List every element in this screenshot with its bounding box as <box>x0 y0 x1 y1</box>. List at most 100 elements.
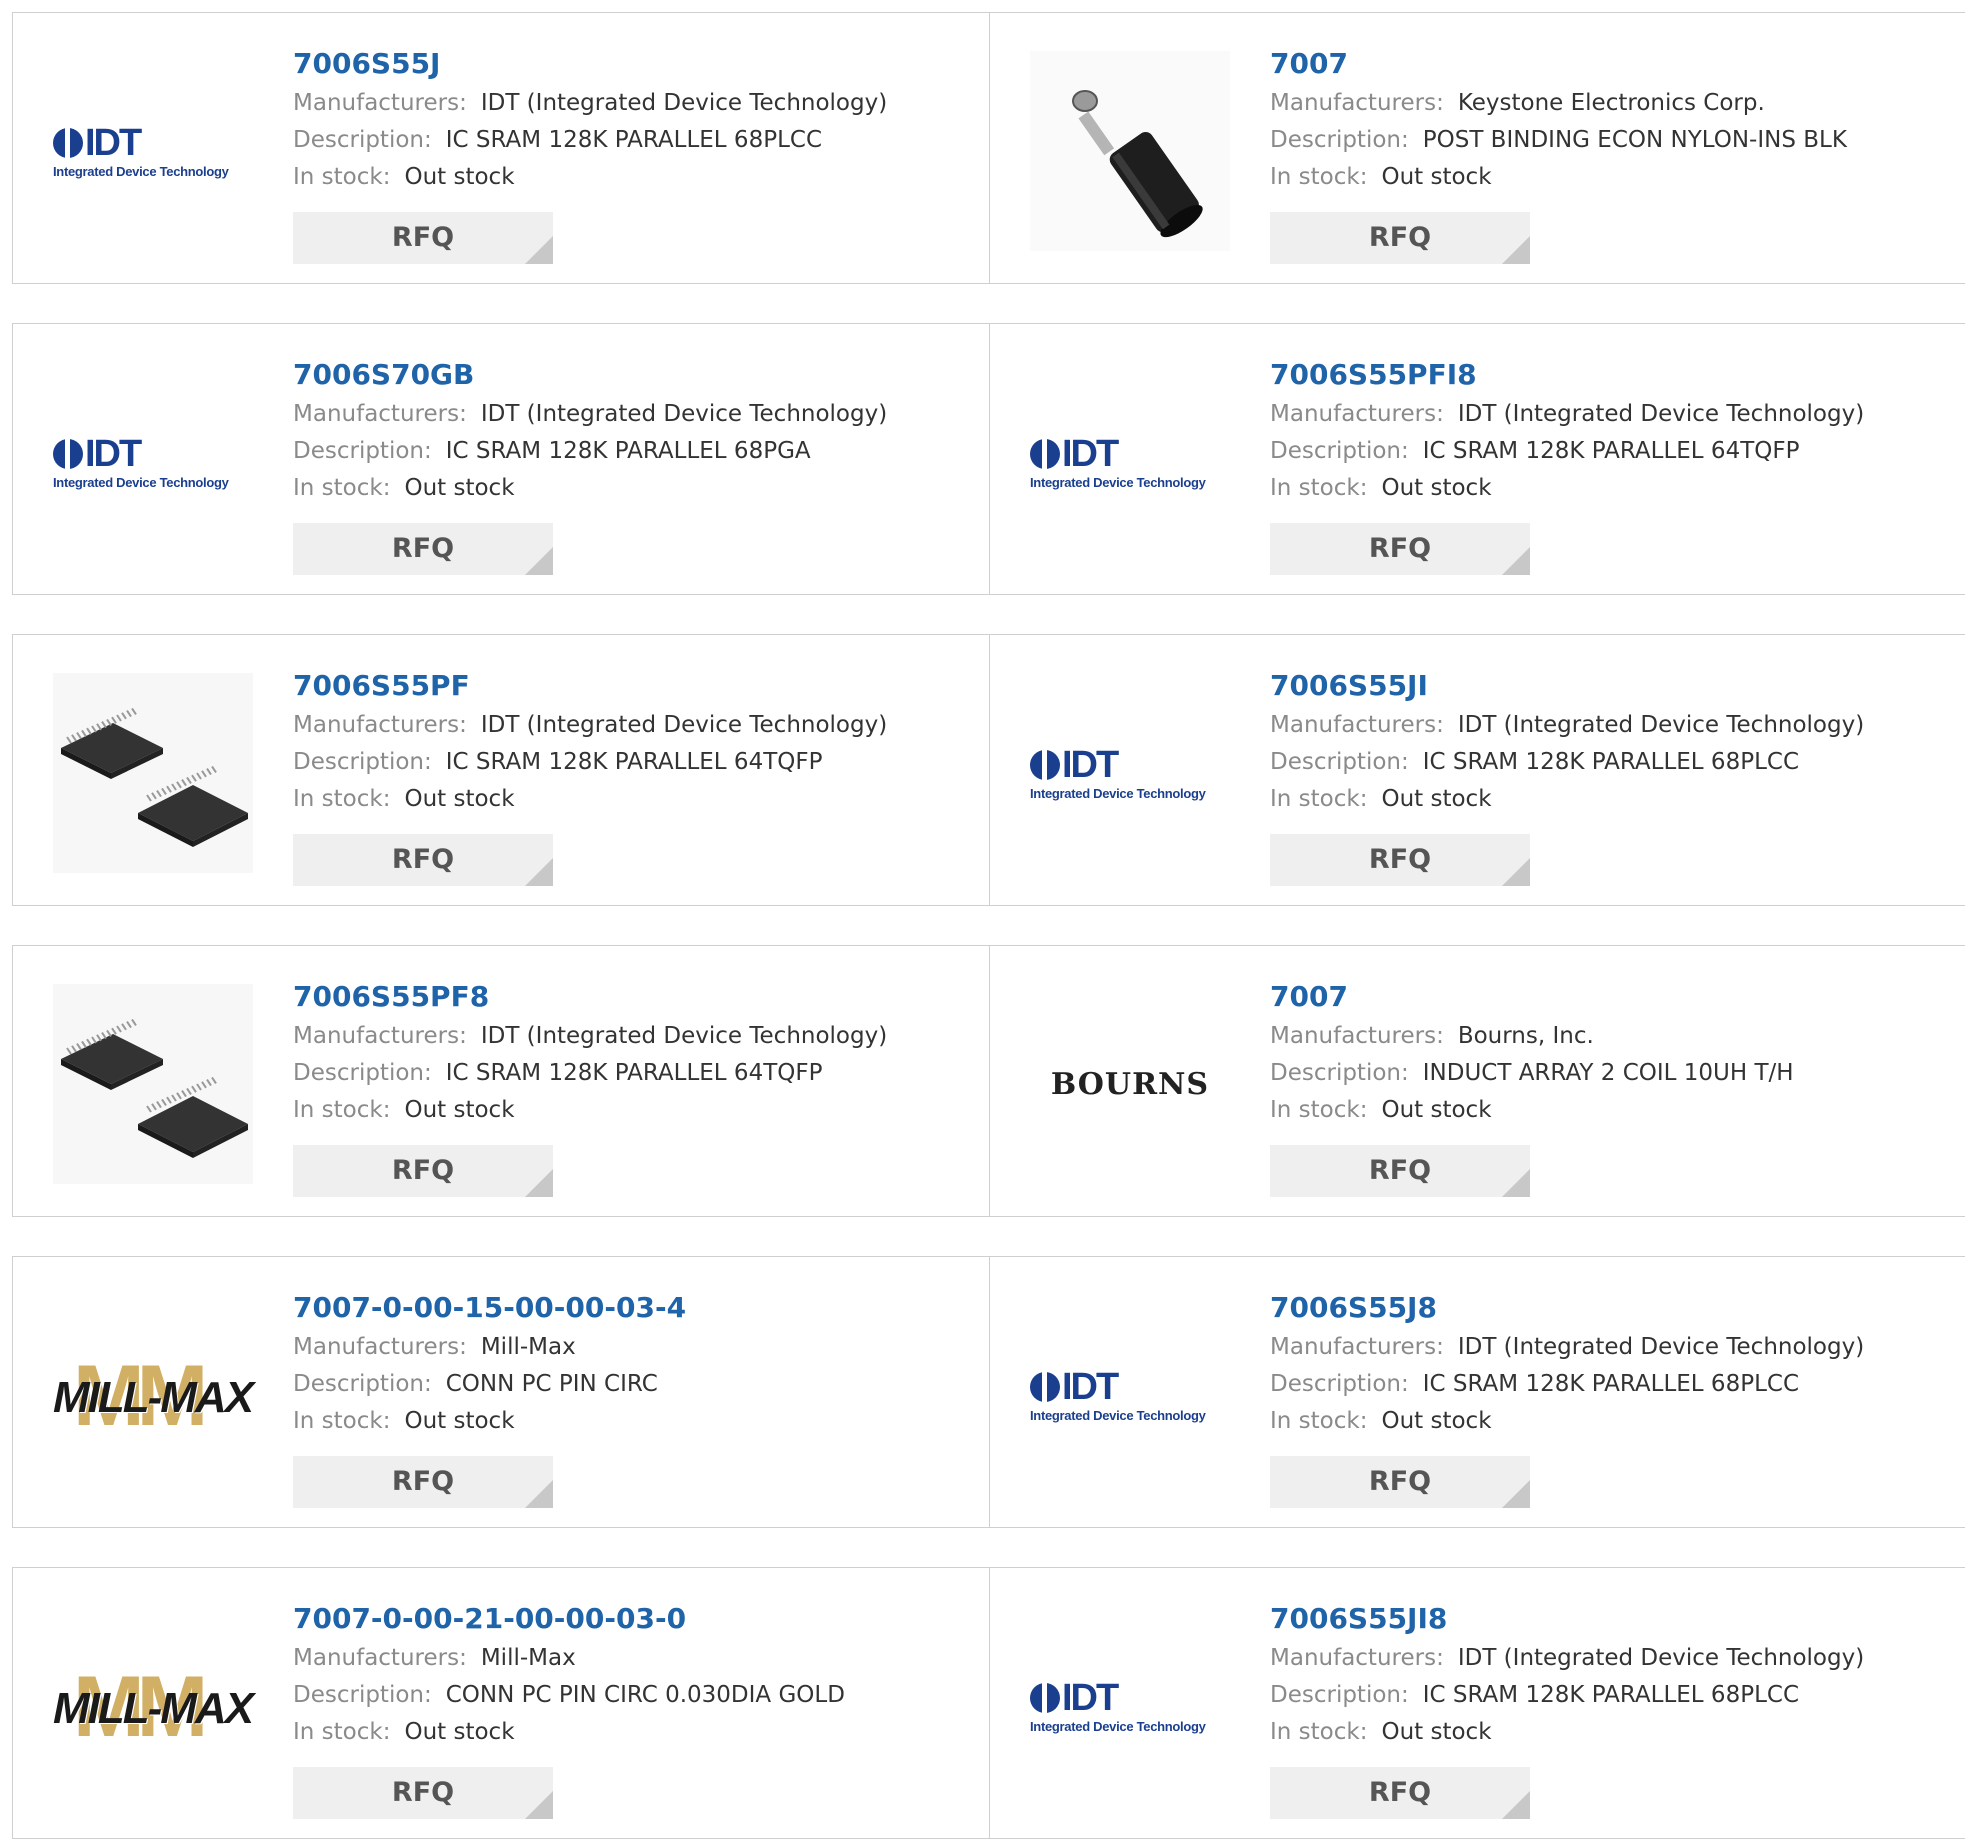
idt-logo-mark-row: IDT <box>1030 432 1119 475</box>
idt-logo-text: IDT <box>1062 1365 1119 1408</box>
rfq-button-label: RFQ <box>391 222 455 253</box>
stock-label: In stock: <box>1270 1097 1368 1123</box>
rfq-button[interactable]: RFQ <box>1270 834 1530 886</box>
product-thumbnail[interactable] <box>53 984 253 1184</box>
part-number-link[interactable]: 7006S55JI <box>1270 665 1864 707</box>
part-number-link[interactable]: 7006S55J <box>293 43 887 85</box>
product-thumbnail[interactable]: IDT Integrated Device Technology <box>53 51 253 251</box>
rfq-button[interactable]: RFQ <box>1270 523 1530 575</box>
part-number-link[interactable]: 7006S55PF <box>293 665 887 707</box>
product-thumbnail[interactable]: BOURNS <box>1030 984 1230 1184</box>
product-thumbnail[interactable] <box>53 673 253 873</box>
product-thumbnail[interactable]: IDT Integrated Device Technology <box>1030 1295 1230 1495</box>
product-info: 7007-0-00-21-00-00-03-0 Manufacturers: Mil… <box>293 1598 845 1819</box>
product-card: IDT Integrated Device Technology 7006S55J8… <box>990 1257 1965 1527</box>
rfq-button[interactable]: RFQ <box>1270 212 1530 264</box>
description-value: IC SRAM 128K PARALLEL 64TQFP <box>1422 438 1800 464</box>
product-thumbnail[interactable]: IDT Integrated Device Technology <box>1030 673 1230 873</box>
part-number-link[interactable]: 7006S70GB <box>293 354 887 396</box>
product-info: 7006S55J8 Manufacturers: IDT (Integrated D… <box>1270 1287 1864 1508</box>
description-label: Description: <box>1270 1060 1409 1086</box>
rfq-button[interactable]: RFQ <box>293 212 553 264</box>
description-label: Description: <box>1270 438 1409 464</box>
idt-logo: IDT Integrated Device Technology <box>1030 746 1230 801</box>
idt-logo-text: IDT <box>85 121 142 164</box>
idt-logo-text: IDT <box>1062 432 1119 475</box>
rfq-button[interactable]: RFQ <box>293 834 553 886</box>
part-number-link[interactable]: 7007 <box>1270 43 1847 85</box>
rfq-button-label: RFQ <box>391 1155 455 1186</box>
product-card: MM MILL-MAX 7007-0-00-21-00-00-03-0 Manufac… <box>13 1568 990 1838</box>
corner-triangle-icon <box>1502 1480 1530 1508</box>
manufacturer-label: Manufacturers: <box>293 712 467 738</box>
rfq-button[interactable]: RFQ <box>1270 1767 1530 1819</box>
bourns-logo: BOURNS <box>1050 1066 1210 1102</box>
rfq-button[interactable]: RFQ <box>293 1767 553 1819</box>
millmax-logo-text: MILL-MAX <box>53 1373 254 1422</box>
part-number-link[interactable]: 7006S55PF8 <box>293 976 887 1018</box>
product-thumbnail[interactable]: IDT Integrated Device Technology <box>1030 362 1230 562</box>
part-number-link[interactable]: 7007-0-00-21-00-00-03-0 <box>293 1598 845 1640</box>
description-value: IC SRAM 128K PARALLEL 68PLCC <box>1422 749 1800 775</box>
description-line: Description: IC SRAM 128K PARALLEL 68PLCC <box>293 122 887 159</box>
idt-logo-mark-row: IDT <box>1030 1365 1119 1408</box>
stock-label: In stock: <box>293 1097 391 1123</box>
manufacturer-label: Manufacturers: <box>1270 1334 1444 1360</box>
idt-logo-mark <box>53 438 83 469</box>
manufacturer-line: Manufacturers: Mill-Max <box>293 1329 686 1366</box>
description-value: IC SRAM 128K PARALLEL 68PLCC <box>445 127 823 153</box>
product-thumbnail[interactable]: IDT Integrated Device Technology <box>53 362 253 562</box>
rfq-button-label: RFQ <box>391 1777 455 1808</box>
description-line: Description: POST BINDING ECON NYLON-INS … <box>1270 122 1847 159</box>
description-label: Description: <box>293 438 432 464</box>
rfq-button-label: RFQ <box>391 1466 455 1497</box>
part-number-link[interactable]: 7007-0-00-15-00-00-03-4 <box>293 1287 686 1329</box>
product-thumbnail[interactable]: MM MILL-MAX <box>53 1295 254 1495</box>
corner-triangle-icon <box>525 858 553 886</box>
rfq-button[interactable]: RFQ <box>293 1145 553 1197</box>
rfq-button[interactable]: RFQ <box>293 1456 553 1508</box>
stock-label: In stock: <box>293 786 391 812</box>
stock-label: In stock: <box>293 475 391 501</box>
manufacturer-value: IDT (Integrated Device Technology) <box>1457 1334 1865 1360</box>
rfq-button-label: RFQ <box>1368 533 1432 564</box>
manufacturer-value: IDT (Integrated Device Technology) <box>1457 401 1865 427</box>
rfq-button[interactable]: RFQ <box>1270 1145 1530 1197</box>
description-line: Description: CONN PC PIN CIRC 0.030DIA GO… <box>293 1677 845 1714</box>
corner-triangle-icon <box>525 1169 553 1197</box>
part-number-link[interactable]: 7006S55PFI8 <box>1270 354 1864 396</box>
stock-value: Out stock <box>1381 1719 1492 1745</box>
product-thumbnail[interactable]: MM MILL-MAX <box>53 1606 254 1806</box>
stock-label: In stock: <box>1270 164 1368 190</box>
description-label: Description: <box>293 1682 432 1708</box>
rfq-button[interactable]: RFQ <box>293 523 553 575</box>
product-card: 7007 Manufacturers: Keystone Electronics C… <box>990 13 1965 283</box>
stock-line: In stock: Out stock <box>293 470 887 507</box>
product-thumbnail[interactable]: IDT Integrated Device Technology <box>1030 1606 1230 1806</box>
millmax-logo-text: MILL-MAX <box>53 1684 254 1733</box>
description-line: Description: IC SRAM 128K PARALLEL 68PLCC <box>1270 744 1864 781</box>
part-number-link[interactable]: 7007 <box>1270 976 1794 1018</box>
product-thumbnail[interactable] <box>1030 51 1230 251</box>
rfq-button-label: RFQ <box>1368 1777 1432 1808</box>
description-line: Description: IC SRAM 128K PARALLEL 68PLCC <box>1270 1677 1864 1714</box>
stock-value: Out stock <box>404 1408 515 1434</box>
idt-logo-mark <box>53 127 83 158</box>
idt-logo: IDT Integrated Device Technology <box>1030 1368 1230 1423</box>
part-number-link[interactable]: 7006S55JI8 <box>1270 1598 1864 1640</box>
stock-value: Out stock <box>404 164 515 190</box>
idt-logo-mark-row: IDT <box>1030 746 1119 784</box>
rfq-button[interactable]: RFQ <box>1270 1456 1530 1508</box>
stock-label: In stock: <box>1270 475 1368 501</box>
part-number-link[interactable]: 7006S55J8 <box>1270 1287 1864 1329</box>
manufacturer-line: Manufacturers: IDT (Integrated Device Tec… <box>1270 396 1864 433</box>
idt-logo-subtitle: Integrated Device Technology <box>1030 785 1206 801</box>
description-label: Description: <box>1270 1371 1409 1397</box>
stock-label: In stock: <box>1270 786 1368 812</box>
manufacturer-value: IDT (Integrated Device Technology) <box>1457 712 1865 738</box>
manufacturer-label: Manufacturers: <box>1270 1645 1444 1671</box>
manufacturer-value: Keystone Electronics Corp. <box>1457 90 1765 116</box>
idt-logo-subtitle: Integrated Device Technology <box>1030 1718 1206 1734</box>
manufacturer-value: Mill-Max <box>480 1645 576 1671</box>
product-info: 7006S55J Manufacturers: IDT (Integrated De… <box>293 43 887 264</box>
